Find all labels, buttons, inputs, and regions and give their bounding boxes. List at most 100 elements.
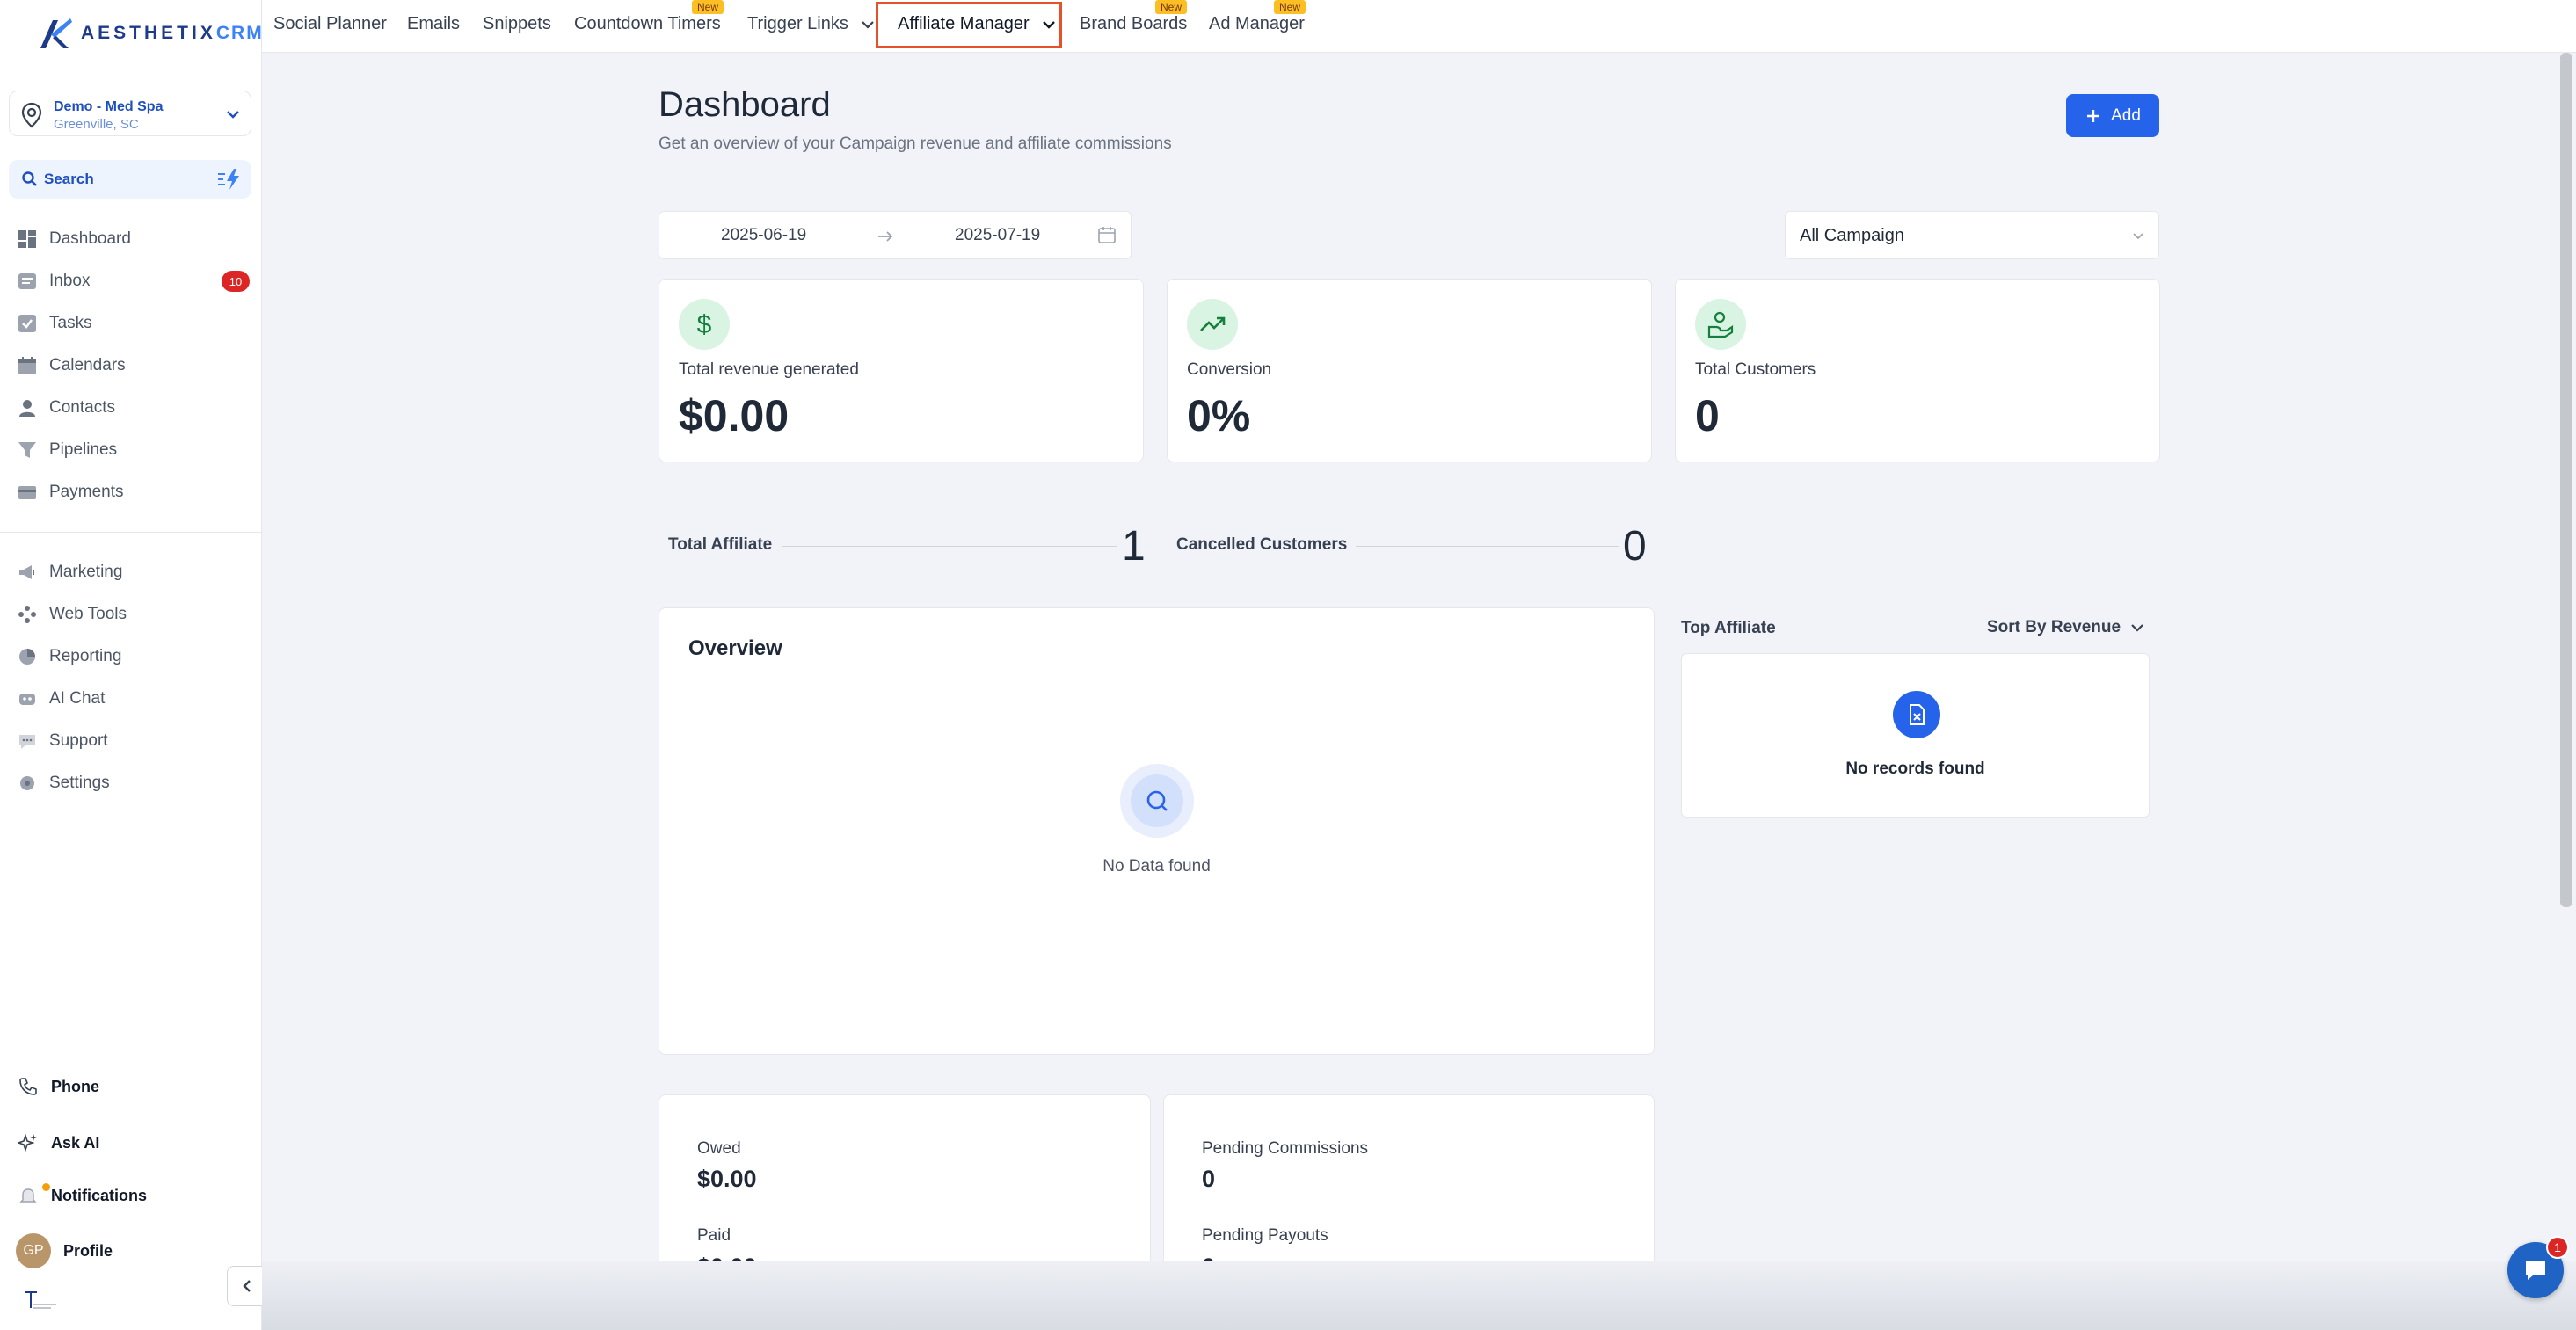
sidebar-item-pipelines[interactable]: Pipelines [18, 435, 251, 465]
phone-button[interactable]: Phone [18, 1071, 99, 1102]
chevron-down-icon [227, 111, 239, 119]
no-records-text: No records found [1845, 759, 1985, 778]
cancelled-customers-metric: Cancelled Customers 0 [1176, 523, 1658, 570]
sidebar-item-marketing[interactable]: Marketing [18, 557, 251, 587]
location-name: Demo - Med Spa [54, 99, 164, 114]
overview-title: Overview [688, 636, 782, 660]
overview-card: Overview No Data found [659, 607, 1655, 1055]
stat-card-conversion: Conversion 0% [1167, 279, 1652, 462]
no-records-icon [1893, 691, 1940, 738]
quick-actions-icon[interactable] [216, 167, 243, 192]
profile-button[interactable]: GP Profile [16, 1233, 113, 1268]
calendar-icon [18, 357, 36, 374]
tab-trigger-links[interactable]: Trigger Links [747, 11, 876, 37]
svg-text:$: $ [697, 310, 712, 339]
dashboard-icon [18, 230, 36, 248]
tab-snippets[interactable]: Snippets [483, 11, 551, 37]
top-affiliate-title: Top Affiliate [1681, 619, 1776, 637]
notifications-label: Notifications [51, 1186, 148, 1204]
metric-divider-line [1356, 546, 1619, 547]
tab-social-planner[interactable]: Social Planner [273, 11, 387, 37]
sidebar-item-payments[interactable]: Payments [18, 477, 251, 507]
pending-commissions-value: 0 [1202, 1166, 1216, 1192]
file-x-icon [1910, 704, 1925, 725]
vertical-scrollbar[interactable] [2560, 53, 2572, 907]
ask-ai-label: Ask AI [51, 1133, 100, 1152]
tab-countdown-timers[interactable]: Countdown Timers New [574, 0, 724, 37]
profile-label: Profile [63, 1241, 113, 1260]
sidebar-item-label: Support [49, 731, 108, 750]
sidebar-item-calendars[interactable]: Calendars [18, 351, 251, 381]
phone-label: Phone [51, 1077, 100, 1095]
bell-icon [19, 1188, 37, 1203]
notifications-button[interactable]: Notifications [18, 1180, 147, 1211]
stat-label: Conversion [1187, 360, 1272, 379]
tab-brand-boards[interactable]: Brand Boards New [1080, 0, 1187, 37]
page-title: Dashboard [659, 85, 831, 124]
owed-label: Owed [697, 1139, 741, 1158]
sidebar-item-label: AI Chat [49, 689, 106, 708]
add-button-label: Add [2111, 105, 2141, 125]
sidebar-item-dashboard[interactable]: Dashboard [18, 224, 251, 254]
brand-name: AESTHETIXCRM [81, 23, 264, 43]
campaign-select[interactable]: All Campaign [1785, 211, 2159, 259]
new-badge: New [1155, 0, 1188, 14]
location-city: Greenville, SC [54, 117, 139, 132]
marketing-icon [19, 565, 34, 579]
tasks-icon [18, 315, 36, 332]
calendar-icon [1098, 227, 1116, 243]
search-icon [1146, 790, 1168, 811]
trend-up-icon [1200, 316, 1226, 331]
tab-ad-manager[interactable]: Ad Manager New [1209, 0, 1306, 37]
sidebar-item-label: Web Tools [49, 605, 127, 623]
search-label: Search [44, 171, 94, 187]
sparkle-icon [18, 1133, 37, 1152]
logo-mark-icon [40, 18, 72, 48]
sidebar-item-label: Marketing [49, 563, 123, 581]
total-affiliate-label: Total Affiliate [668, 535, 773, 554]
stat-card-revenue: $ Total revenue generated $0.00 [659, 279, 1144, 462]
avatar: GP [16, 1233, 51, 1268]
sidebar-item-ai-chat[interactable]: AI Chat [18, 684, 251, 714]
sidebar-item-tasks[interactable]: Tasks [18, 309, 251, 338]
page-subtitle: Get an overview of your Campaign revenue… [659, 134, 1172, 153]
stat-value: 0% [1187, 391, 1251, 440]
search-button[interactable]: Search [9, 160, 251, 199]
ask-ai-button[interactable]: Ask AI [18, 1127, 99, 1159]
settings-icon [20, 776, 34, 790]
brand-logo[interactable]: AESTHETIXCRM [37, 16, 264, 51]
paid-label: Paid [697, 1226, 731, 1245]
sidebar-item-support[interactable]: Support [18, 726, 251, 756]
add-button[interactable]: Add [2066, 94, 2159, 137]
location-switcher[interactable]: Demo - Med Spa Greenville, SC [9, 91, 251, 136]
campaign-select-value: All Campaign [1800, 226, 1904, 245]
inbox-count-badge: 10 [222, 271, 250, 292]
customers-icon [1707, 311, 1734, 338]
empty-state-icon [1120, 764, 1194, 838]
plus-icon [2087, 109, 2100, 122]
tab-emails[interactable]: Emails [407, 11, 460, 37]
sidebar-item-settings[interactable]: Settings [18, 768, 251, 798]
date-range-picker[interactable]: 2025-06-19 2025-07-19 [659, 211, 1132, 259]
pending-commissions-label: Pending Commissions [1202, 1139, 1369, 1158]
ai-chat-icon [19, 694, 35, 705]
overview-empty-text: No Data found [1102, 857, 1211, 876]
sidebar-item-contacts[interactable]: Contacts [18, 393, 251, 423]
payments-icon [18, 486, 36, 499]
date-to[interactable]: 2025-07-19 [955, 226, 1040, 245]
sidebar-item-web-tools[interactable]: Web Tools [18, 600, 251, 629]
sidebar: AESTHETIXCRM Demo - Med Spa Greenville, … [0, 0, 262, 1330]
stat-icon-circle [1695, 299, 1746, 350]
sort-by-dropdown[interactable]: Sort By Revenue [1987, 618, 2145, 637]
total-affiliate-metric: Total Affiliate 1 [668, 523, 1146, 570]
sidebar-item-label: Calendars [49, 356, 126, 374]
stat-value: 0 [1695, 391, 1720, 440]
sidebar-item-reporting[interactable]: Reporting [18, 642, 251, 672]
cancelled-customers-value: 0 [1623, 523, 1647, 570]
inbox-icon [18, 273, 36, 289]
sidebar-item-inbox[interactable]: Inbox 10 [18, 266, 251, 296]
date-from[interactable]: 2025-06-19 [721, 226, 806, 245]
chevron-down-icon [862, 20, 875, 29]
chevron-down-icon [2133, 233, 2143, 240]
sort-by-label: Sort By Revenue [1987, 618, 2121, 636]
